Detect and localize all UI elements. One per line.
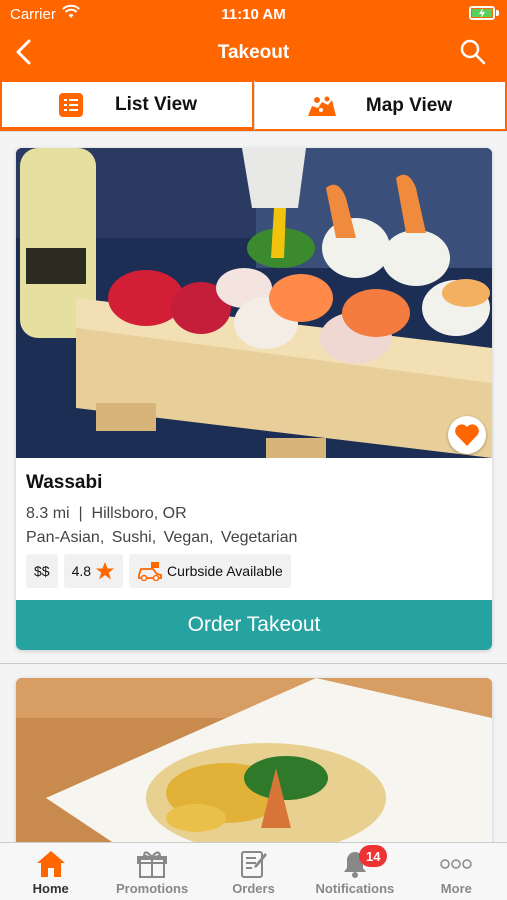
notification-badge: 14 [359,845,388,867]
restaurant-name: Wassabi [26,472,103,493]
header: Carrier 11:10 AM Takeout [0,0,507,80]
tabbar-home[interactable]: Home [0,843,101,900]
location: Hillsboro, OR [91,505,187,522]
battery-tip [496,10,499,16]
rating-value: 4.8 [71,563,92,579]
tab-list-view[interactable]: List View [0,80,254,131]
restaurant-photo [16,148,492,458]
tab-label: Map View [365,94,453,116]
price-level: $$ [34,563,50,579]
restaurant-card[interactable]: Wassabi 8.3 mi | Hillsboro, OR Pan-Asian… [16,148,492,650]
page-title: Takeout [217,42,290,63]
tabbar-promotions[interactable]: Promotions [101,843,202,900]
status-bar: Carrier 11:10 AM [0,0,507,28]
more-icon [439,847,473,881]
tabbar-label: Promotions [115,881,189,896]
clock: 11:10 AM [221,6,286,23]
car-icon [138,562,162,581]
heart-icon [455,424,479,446]
meta-separator: | [78,505,83,522]
home-icon [34,847,68,881]
price-chip: $$ [26,554,58,588]
tabbar-label: Notifications [315,881,395,896]
rating-chip: 4.8 [63,554,124,588]
favorite-button[interactable] [448,416,486,454]
tab-bar: Home Promotions Orders 14 Notifications … [0,842,507,900]
tabbar-orders[interactable]: Orders [203,843,304,900]
map-icon [307,94,336,118]
tabbar-label: More [440,881,472,896]
restaurant-card[interactable] [16,678,492,858]
restaurant-tags: $$ 4.8 Curbside Available [26,554,291,588]
order-takeout-button[interactable]: Order Takeout [16,600,492,650]
screen: Carrier 11:10 AM Takeout List View Map V… [0,0,507,900]
distance: 8.3 mi [26,505,70,522]
divider [0,663,507,664]
gift-icon [135,847,169,881]
tabbar-label: Home [32,881,69,896]
restaurant-photo [16,678,492,858]
view-toggle: List View Map View [0,80,507,132]
tabbar-notifications[interactable]: 14 Notifications [304,843,405,900]
battery-icon [469,6,495,20]
restaurant-meta: 8.3 mi | Hillsboro, OR [26,505,187,523]
cuisine-list: Pan-Asian, Sushi, Vegan, Vegetarian [26,529,298,546]
tab-map-view[interactable]: Map View [254,80,507,131]
tabbar-label: Orders [232,881,275,896]
tab-label: List View [114,93,197,115]
curbside-label: Curbside Available [167,563,283,579]
search-icon[interactable] [459,38,487,66]
curbside-chip: Curbside Available [129,554,291,588]
star-icon [95,561,115,580]
tabbar-more[interactable]: More [406,843,507,900]
orders-icon [237,847,271,881]
list-icon [57,92,85,117]
